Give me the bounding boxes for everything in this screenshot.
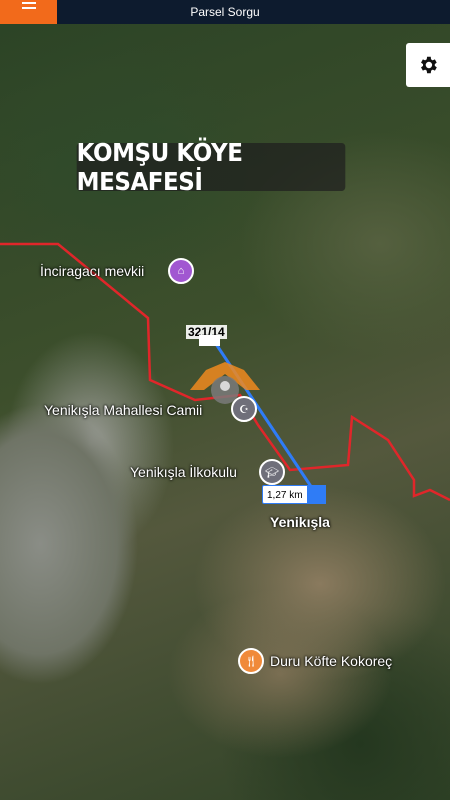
poi-label[interactable]: Yenikışla İlkokulu [130,464,237,480]
place-name-label[interactable]: Yenikışla [270,514,330,530]
distance-value: 1,27 km [262,485,308,504]
poi-label[interactable]: İnciragacı mevkii [40,263,144,279]
poi-label[interactable]: Duru Köfte Kokoreç [270,653,392,669]
school-icon[interactable]: 🎓︎ [259,459,285,485]
gear-icon [421,56,437,74]
distance-end-marker [307,485,326,504]
parcel-marker[interactable] [199,335,220,346]
mosque-icon[interactable]: ☪ [231,396,257,422]
top-bar: Parsel Sorgu [0,0,450,24]
distance-readout: 1,27 km [262,485,326,504]
page-title: Parsel Sorgu [190,5,260,19]
settings-button[interactable] [406,43,450,87]
restaurant-icon[interactable]: 🍴︎ [238,648,264,674]
distance-banner: KOMŞU KÖYE MESAFESİ [76,138,346,196]
poi-label[interactable]: Yenikışla Mahallesi Camii [44,402,202,418]
landmark-icon[interactable]: ⌂ [168,258,194,284]
